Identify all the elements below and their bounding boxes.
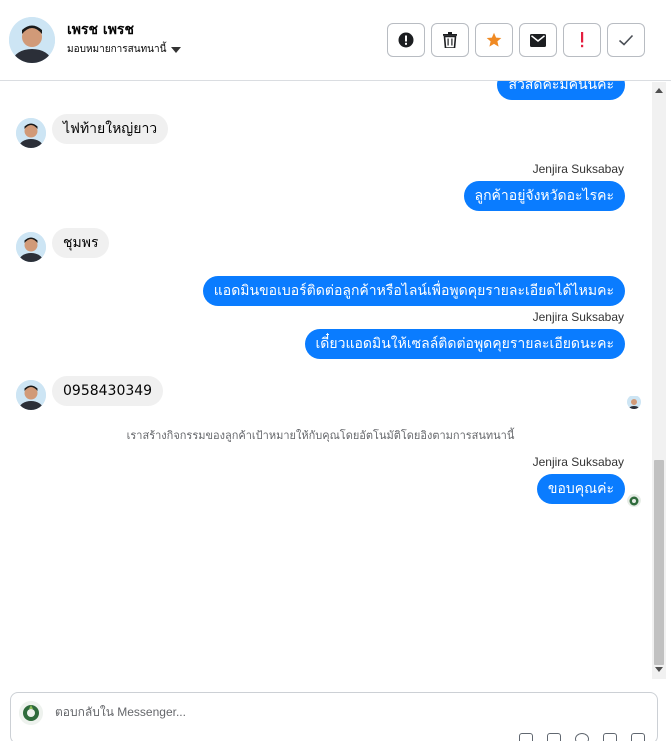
message-incoming: ไฟท้ายใหญ่ยาว bbox=[52, 114, 169, 144]
saved-reply-icon[interactable] bbox=[603, 733, 617, 741]
sender-name: Jenjira Suksabay bbox=[532, 162, 624, 176]
mark-done-button[interactable] bbox=[607, 23, 645, 57]
check-icon bbox=[618, 34, 634, 46]
reply-composer bbox=[10, 692, 658, 741]
alert-icon bbox=[398, 32, 414, 48]
message-thread[interactable]: สวัสดีค่ะมีคนนี้คะ ไฟท้ายใหญ่ยาว Jenjira… bbox=[0, 81, 671, 683]
star-button[interactable] bbox=[475, 23, 513, 57]
contact-name: เพรช เพรช bbox=[67, 22, 134, 38]
message-incoming: 0958430349 bbox=[52, 376, 164, 406]
message-outgoing: สวัสดีค่ะมีคนนี้คะ bbox=[497, 81, 625, 100]
reply-input[interactable] bbox=[55, 705, 475, 719]
more-icon[interactable] bbox=[631, 733, 645, 741]
delete-button[interactable] bbox=[431, 23, 469, 57]
scroll-down-icon[interactable] bbox=[655, 667, 663, 672]
image-icon[interactable] bbox=[547, 733, 561, 741]
scroll-up-icon[interactable] bbox=[655, 88, 663, 93]
move-to-spam-button[interactable] bbox=[563, 23, 601, 57]
seen-avatar bbox=[627, 395, 641, 409]
assign-conversation-dropdown[interactable]: มอบหมายการสนทนานี้ bbox=[67, 42, 182, 57]
sender-name: Jenjira Suksabay bbox=[532, 455, 624, 469]
message-outgoing: แอดมินขอเบอร์ติดต่อลูกค้าหรือไลน์เพื่อพู… bbox=[202, 276, 625, 306]
contact-avatar-small bbox=[16, 380, 46, 410]
mail-icon bbox=[530, 33, 546, 47]
seen-page-icon bbox=[627, 493, 641, 507]
mark-unread-button[interactable] bbox=[387, 23, 425, 57]
scrollbar-thumb[interactable] bbox=[654, 460, 664, 665]
emoji-icon[interactable] bbox=[575, 733, 589, 741]
assign-label: มอบหมายการสนทนานี้ bbox=[67, 44, 167, 55]
caret-down-icon bbox=[171, 46, 182, 53]
contact-avatar[interactable] bbox=[9, 17, 55, 63]
message-outgoing: ลูกค้าอยู่จังหวัดอะไรคะ bbox=[463, 181, 625, 211]
conversation-header: เพรช เพรช มอบหมายการสนทนานี้ bbox=[0, 0, 671, 81]
message-incoming: ชุมพร bbox=[52, 228, 110, 258]
page-avatar bbox=[19, 701, 43, 725]
email-button[interactable] bbox=[519, 23, 557, 57]
composer-tools bbox=[519, 733, 645, 741]
sender-name: Jenjira Suksabay bbox=[532, 310, 624, 324]
spam-icon bbox=[581, 32, 584, 48]
trash-icon bbox=[443, 32, 457, 48]
message-outgoing: ขอบคุณค่ะ bbox=[536, 474, 625, 504]
contact-avatar-small bbox=[16, 118, 46, 148]
attachment-icon[interactable] bbox=[519, 733, 533, 741]
star-icon bbox=[486, 32, 502, 47]
header-actions bbox=[387, 23, 645, 57]
thread-scrollbar[interactable] bbox=[652, 82, 666, 679]
contact-avatar-small bbox=[16, 232, 46, 262]
message-outgoing: เดี๋ยวแอดมินให้เซลล์ติดต่อพูดคุยรายละเอี… bbox=[304, 329, 625, 359]
system-notice: เราสร้างกิจกรรมของลูกค้าเป้าหมายให้กับคุ… bbox=[126, 429, 515, 442]
